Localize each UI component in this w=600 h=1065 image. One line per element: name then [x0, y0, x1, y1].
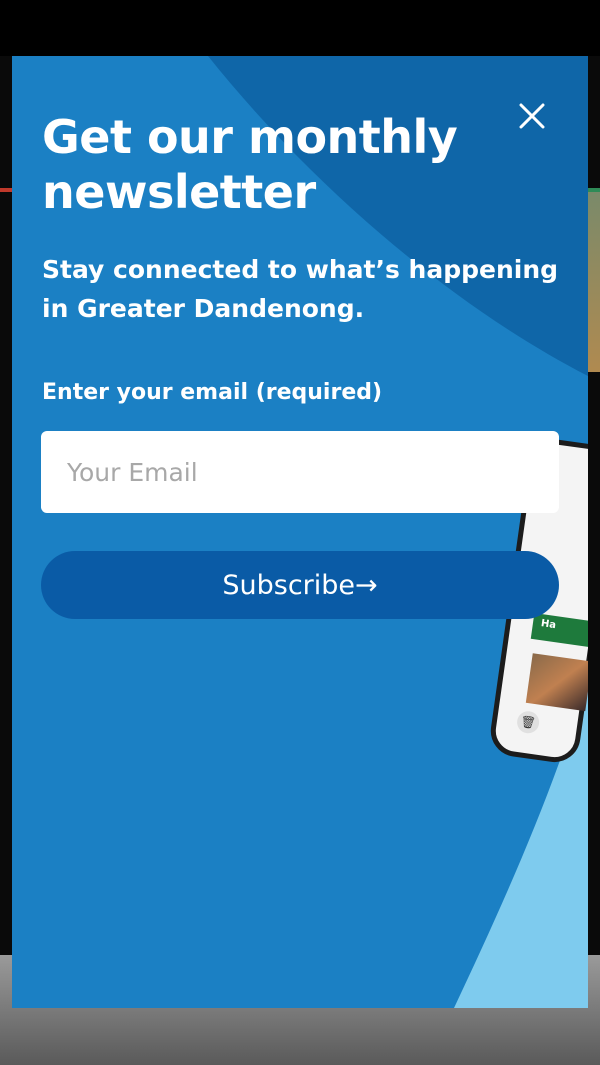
phone-banner-text: Ha	[540, 618, 557, 632]
newsletter-modal: Ha 🗑 Get our monthly newsletter Stay con…	[12, 56, 588, 1008]
modal-subtitle: Stay connected to what’s happening in Gr…	[42, 255, 559, 323]
subscribe-button[interactable]: Subscribe→	[41, 551, 559, 619]
phone-green-banner	[530, 613, 588, 648]
background-page-accent-red	[0, 188, 12, 192]
close-button[interactable]	[514, 98, 550, 134]
modal-title: Get our monthly newsletter	[42, 110, 458, 219]
background-page-image	[588, 192, 600, 372]
email-input[interactable]	[41, 431, 559, 513]
close-icon	[519, 103, 545, 129]
trash-icon: 🗑	[515, 709, 541, 735]
email-field-label: Enter your email (required)	[42, 380, 383, 405]
phone-photo	[525, 653, 588, 712]
